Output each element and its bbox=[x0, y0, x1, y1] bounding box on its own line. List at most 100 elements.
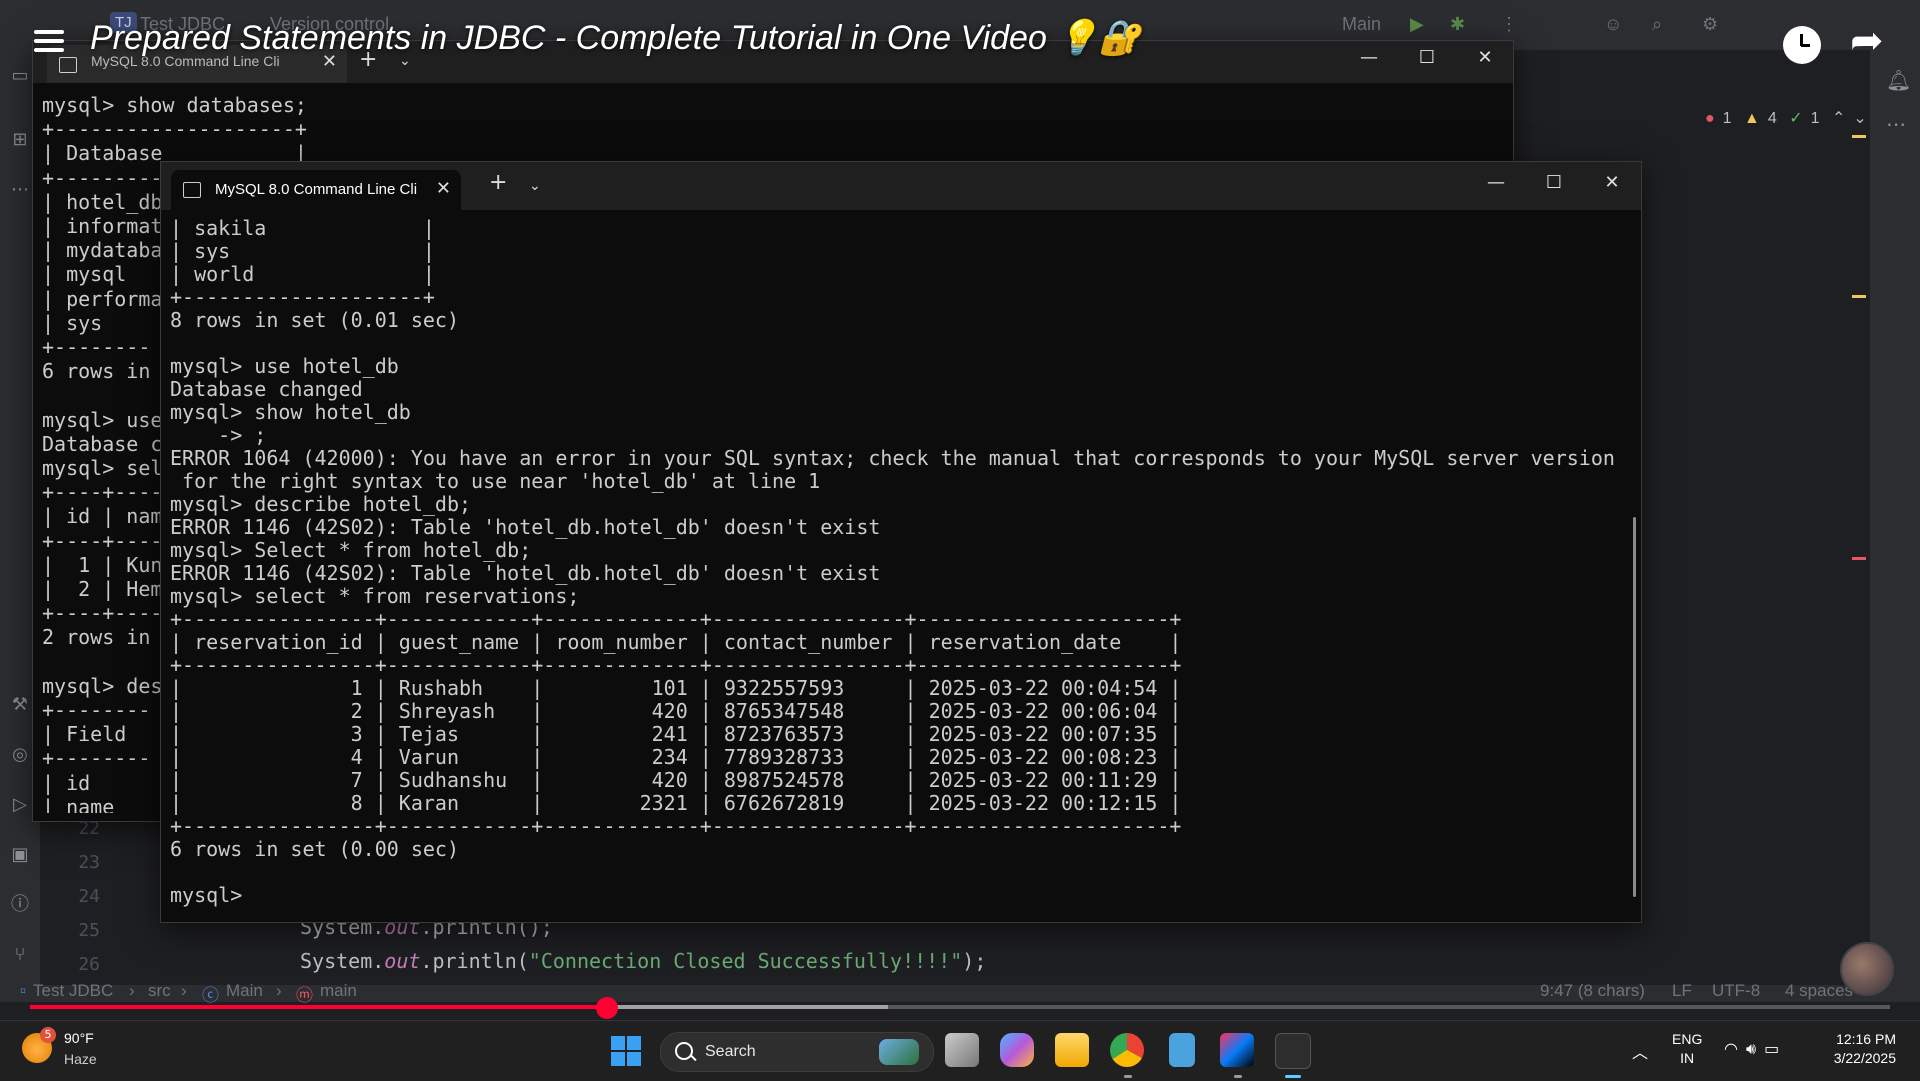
notepad-icon[interactable] bbox=[1169, 1033, 1195, 1067]
weather-condition[interactable]: Haze bbox=[64, 1051, 97, 1067]
tab-dropdown-icon[interactable]: ⌄ bbox=[529, 178, 541, 194]
breadcrumb-src[interactable]: src bbox=[148, 981, 171, 1001]
git-tool-icon[interactable]: ⑂ bbox=[10, 945, 30, 965]
search-everywhere-icon[interactable]: ⌕ bbox=[1652, 14, 1662, 35]
terminal-output[interactable]: | sakila | | sys | | world | +-------------… bbox=[170, 217, 1630, 917]
breadcrumb-class[interactable]: Main bbox=[226, 981, 263, 1001]
start-button[interactable] bbox=[611, 1036, 641, 1066]
close-window-icon[interactable]: ✕ bbox=[1592, 172, 1632, 193]
ide-status-bar: ▫ Test JDBC › src › ⓒ Main › ⓜ main 9:47… bbox=[0, 981, 1920, 1005]
file-explorer-icon[interactable] bbox=[1055, 1033, 1089, 1067]
terminal-line: ERROR 1146 (42S02): Table 'hotel_db.hote… bbox=[170, 561, 881, 585]
method-icon: ⓜ bbox=[296, 986, 313, 1005]
terminal-line: -> ; bbox=[170, 423, 267, 447]
avatar[interactable] bbox=[1840, 942, 1894, 996]
settings-icon[interactable]: ⚙ bbox=[1702, 14, 1718, 35]
error-marker[interactable] bbox=[1852, 557, 1866, 560]
warning-count: 4 bbox=[1767, 110, 1777, 127]
close-tab-icon[interactable]: ✕ bbox=[436, 178, 451, 199]
terminal-tab[interactable]: MySQL 8.0 Command Line Cli ✕ bbox=[171, 170, 461, 210]
chevron-up-icon[interactable]: ⌃ bbox=[1832, 110, 1845, 127]
terminal-line: +----------------+------------+---------… bbox=[170, 607, 1182, 631]
code-line[interactable]: System.out.println("Connection Closed Su… bbox=[300, 949, 986, 973]
debug-icon[interactable]: ✱ bbox=[1450, 14, 1465, 35]
region-code: IN bbox=[1680, 1050, 1695, 1066]
line-number: 26 bbox=[78, 954, 100, 975]
terminal-scrollbar[interactable] bbox=[1633, 517, 1636, 897]
video-scrubber-handle[interactable] bbox=[595, 997, 618, 1019]
minimize-icon[interactable]: — bbox=[1476, 172, 1516, 193]
warning-marker[interactable] bbox=[1852, 135, 1866, 138]
taskbar-search[interactable]: Search bbox=[660, 1032, 934, 1072]
copilot-icon[interactable] bbox=[1000, 1033, 1034, 1067]
maximize-icon[interactable]: ☐ bbox=[1407, 47, 1447, 68]
indent-setting[interactable]: 4 spaces bbox=[1785, 981, 1853, 1001]
chrome-icon[interactable] bbox=[1110, 1033, 1144, 1067]
maximize-icon[interactable]: ☐ bbox=[1534, 172, 1574, 193]
problems-tool-icon[interactable]: ⓘ bbox=[10, 895, 30, 915]
structure-tool-icon[interactable]: ⊞ bbox=[10, 130, 30, 150]
watch-later-icon[interactable] bbox=[1783, 26, 1821, 64]
task-view-icon[interactable] bbox=[945, 1033, 979, 1067]
breadcrumb-separator: › bbox=[276, 981, 282, 1000]
terminal-line: +--------------------+ bbox=[170, 285, 435, 309]
terminal-line: mysql> describe hotel_db; bbox=[170, 492, 472, 516]
file-encoding[interactable]: UTF-8 bbox=[1712, 981, 1760, 1001]
volume-icon[interactable]: 🔊︎ bbox=[1746, 1039, 1764, 1058]
search-highlight-icon bbox=[879, 1039, 919, 1065]
terminal-tab-bar: MySQL 8.0 Command Line Cli ✕ + ⌄ — ☐ ✕ bbox=[161, 162, 1641, 210]
inspection-widget[interactable]: ● 1 ▲ 4 ✓ 1 ⌃ ⌄ bbox=[1705, 108, 1875, 128]
breadcrumb-method[interactable]: main bbox=[320, 981, 357, 1001]
more-tools-icon[interactable]: ⋯ bbox=[10, 180, 30, 200]
input-language[interactable]: ENG IN bbox=[1672, 1030, 1702, 1068]
video-title: Prepared Statements in JDBC - Complete T… bbox=[90, 19, 1141, 57]
language-code: ENG bbox=[1672, 1031, 1703, 1047]
weather-temperature[interactable]: 90°F bbox=[64, 1030, 94, 1046]
error-count: 1 bbox=[1722, 110, 1732, 127]
run-tool-icon[interactable]: ▷ bbox=[10, 795, 30, 815]
running-indicator bbox=[1234, 1075, 1242, 1078]
terminal-line: +----------------+------------+---------… bbox=[170, 653, 1182, 677]
share-icon[interactable]: ➦ bbox=[1850, 18, 1884, 64]
caret-position[interactable]: 9:47 (8 chars) bbox=[1540, 981, 1645, 1001]
chevron-down-icon[interactable]: ⌄ bbox=[1853, 110, 1866, 127]
run-icon[interactable]: ▶ bbox=[1410, 14, 1424, 35]
menu-icon[interactable] bbox=[34, 30, 64, 54]
terminal-line: | 1 | Rushabh | 101 | 9322557593 | 2025-… bbox=[170, 676, 1182, 700]
wifi-icon[interactable]: ◠ bbox=[1724, 1039, 1746, 1058]
intellij-icon[interactable] bbox=[1220, 1033, 1254, 1067]
more-icon[interactable]: ⋮ bbox=[1500, 14, 1518, 35]
minimize-icon[interactable]: — bbox=[1349, 47, 1389, 68]
terminal-line: mysql> Select * from hotel_db; bbox=[170, 538, 532, 562]
terminal-line: mysql> select * from reservations; bbox=[170, 584, 580, 608]
weak-warning-count: 1 bbox=[1810, 110, 1820, 127]
editor-more-icon[interactable]: ⋯ bbox=[1886, 112, 1906, 136]
close-window-icon[interactable]: ✕ bbox=[1465, 47, 1505, 68]
line-number: 23 bbox=[78, 852, 100, 873]
clock[interactable]: 12:16 PM 3/22/2025 bbox=[1820, 1030, 1896, 1068]
module-icon: ▫ bbox=[20, 981, 27, 1000]
error-icon: ● bbox=[1705, 110, 1715, 127]
code-token: ); bbox=[962, 949, 987, 973]
terminal-line: | reservation_id | guest_name | room_num… bbox=[170, 630, 1182, 654]
clock-date: 3/22/2025 bbox=[1833, 1050, 1896, 1066]
breadcrumb-project[interactable]: Test JDBC bbox=[33, 981, 113, 1001]
build-tool-icon[interactable]: ⚒ bbox=[10, 695, 30, 715]
account-icon[interactable]: ☺ bbox=[1604, 14, 1622, 35]
line-separator[interactable]: LF bbox=[1672, 981, 1692, 1001]
warning-marker[interactable] bbox=[1852, 295, 1866, 298]
terminal-window-front[interactable]: MySQL 8.0 Command Line Cli ✕ + ⌄ — ☐ ✕ |… bbox=[160, 161, 1642, 923]
terminal-line: mysql> show databases; bbox=[42, 93, 307, 117]
terminal-tool-icon[interactable]: ▣ bbox=[10, 845, 30, 865]
system-tray-icons[interactable]: ◠🔊︎▭ bbox=[1724, 1039, 1787, 1059]
terminal-icon bbox=[59, 57, 77, 73]
project-tool-icon[interactable]: ▭ bbox=[10, 66, 30, 86]
terminal-app-icon[interactable] bbox=[1275, 1033, 1311, 1069]
new-tab-icon[interactable]: + bbox=[489, 170, 507, 195]
chevron-up-icon[interactable]: ︿ bbox=[1632, 1039, 1648, 1063]
battery-icon[interactable]: ▭ bbox=[1764, 1039, 1787, 1058]
run-config-selector[interactable]: Main bbox=[1342, 14, 1381, 35]
services-tool-icon[interactable]: ◎ bbox=[10, 745, 30, 765]
notifications-icon[interactable]: 🔔︎ bbox=[1886, 68, 1911, 92]
search-icon bbox=[675, 1042, 693, 1060]
